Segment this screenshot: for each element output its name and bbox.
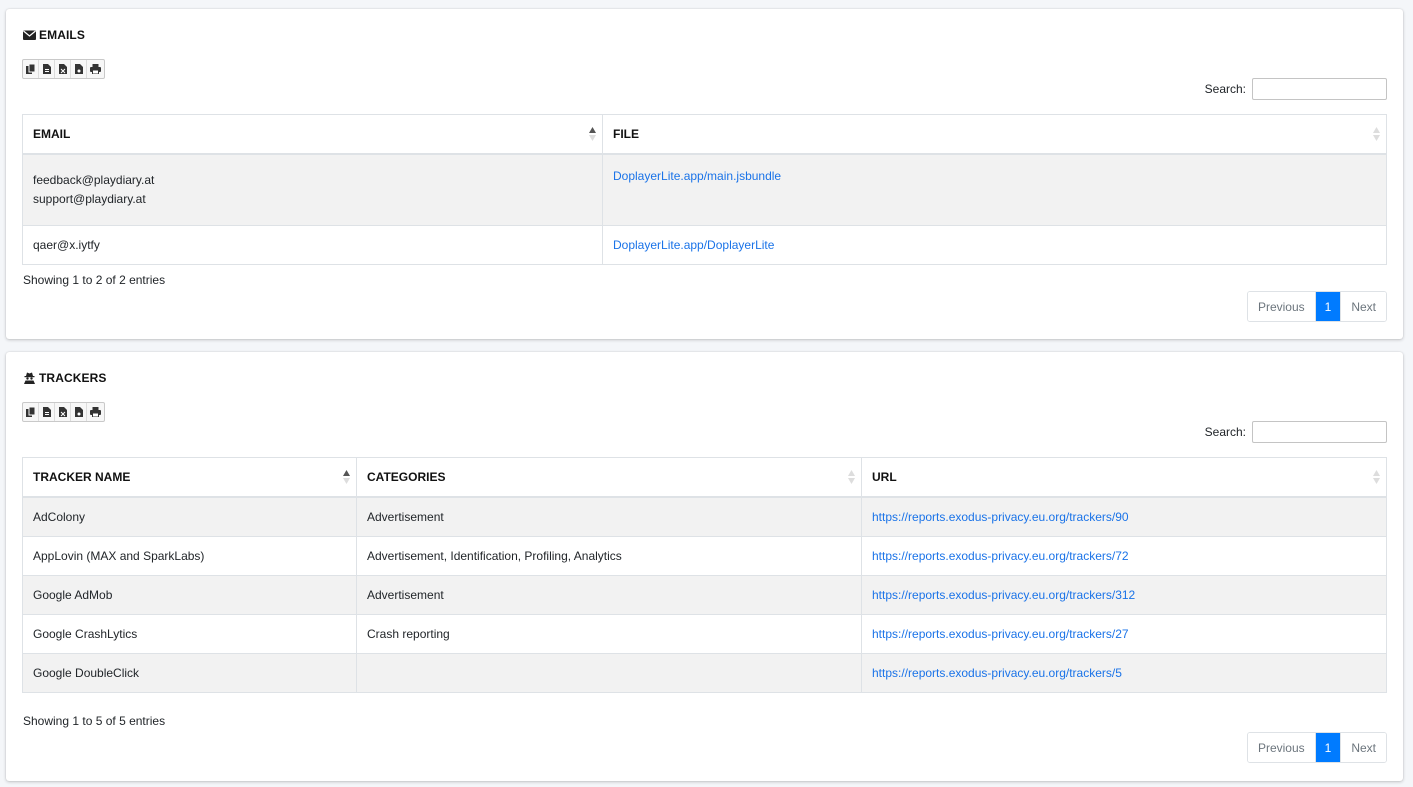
sort-asc-icon xyxy=(343,470,350,484)
table-row: Google DoubleClick https://reports.exodu… xyxy=(22,653,1387,693)
pdf-button[interactable] xyxy=(71,403,87,421)
excel-icon xyxy=(58,407,67,417)
table-row: AppLovin (MAX and SparkLabs) Advertiseme… xyxy=(22,536,1387,576)
print-button[interactable] xyxy=(87,403,104,421)
trackers-title-text: TRACKERS xyxy=(39,371,107,385)
categories-cell: Advertisement, Identification, Profiling… xyxy=(356,536,862,576)
email-text: feedback@playdiary.at xyxy=(33,173,155,187)
tracker-name-cell: AdColony xyxy=(22,496,357,537)
emails-card: EMAILS Search: EMAIL FILE feedback@playd… xyxy=(6,9,1403,339)
column-header-label: CATEGORIES xyxy=(367,470,446,484)
sort-both-icon xyxy=(1373,127,1380,141)
print-button[interactable] xyxy=(87,60,104,78)
emails-search-input[interactable] xyxy=(1252,78,1387,100)
sort-both-icon xyxy=(1373,470,1380,484)
column-header-label: FILE xyxy=(613,127,639,141)
categories-cell: Advertisement xyxy=(356,575,862,615)
copy-button[interactable] xyxy=(23,403,39,421)
tracker-name-cell: AppLovin (MAX and SparkLabs) xyxy=(22,536,357,576)
emails-search: Search: xyxy=(1205,78,1387,100)
copy-button[interactable] xyxy=(23,60,39,78)
trackers-export-buttons xyxy=(22,402,105,422)
pdf-icon xyxy=(74,407,83,417)
column-header-url[interactable]: URL xyxy=(861,457,1387,498)
tracker-url-link[interactable]: https://reports.exodus-privacy.eu.org/tr… xyxy=(872,588,1135,602)
excel-icon xyxy=(58,64,67,74)
copy-icon xyxy=(26,407,35,417)
excel-button[interactable] xyxy=(55,60,71,78)
file-cell: DoplayerLite.app/DoplayerLite xyxy=(602,225,1387,265)
tracker-name-cell: Google AdMob xyxy=(22,575,357,615)
url-cell: https://reports.exodus-privacy.eu.org/tr… xyxy=(861,614,1387,654)
trackers-search: Search: xyxy=(1205,421,1387,443)
column-header-tracker-name[interactable]: TRACKER NAME xyxy=(22,457,357,498)
csv-button[interactable] xyxy=(39,60,55,78)
url-cell: https://reports.exodus-privacy.eu.org/tr… xyxy=(861,575,1387,615)
copy-icon xyxy=(26,64,35,74)
tracker-name-cell: Google CrashLytics xyxy=(22,614,357,654)
csv-icon xyxy=(42,407,51,417)
trackers-table: TRACKER NAME CATEGORIES URL AdColony Adv… xyxy=(22,457,1387,693)
column-header-label: TRACKER NAME xyxy=(33,470,131,484)
trackers-search-input[interactable] xyxy=(1252,421,1387,443)
sort-asc-icon xyxy=(589,127,596,141)
page-1-button[interactable]: 1 xyxy=(1315,733,1342,762)
excel-button[interactable] xyxy=(55,403,71,421)
emails-table: EMAIL FILE feedback@playdiary.at support… xyxy=(22,114,1387,265)
tracker-url-link[interactable]: https://reports.exodus-privacy.eu.org/tr… xyxy=(872,510,1129,524)
sort-both-icon xyxy=(848,470,855,484)
table-row: qaer@x.iytfy DoplayerLite.app/DoplayerLi… xyxy=(22,225,1387,265)
emails-export-buttons xyxy=(22,59,105,79)
previous-page-button[interactable]: Previous xyxy=(1247,292,1316,321)
tracker-url-link[interactable]: https://reports.exodus-privacy.eu.org/tr… xyxy=(872,627,1129,641)
table-row: feedback@playdiary.at support@playdiary.… xyxy=(22,153,1387,226)
column-header-label: URL xyxy=(872,470,897,484)
column-header-label: EMAIL xyxy=(33,127,71,141)
print-icon xyxy=(90,407,101,417)
file-link[interactable]: DoplayerLite.app/DoplayerLite xyxy=(613,238,774,252)
email-cell: qaer@x.iytfy xyxy=(22,225,603,265)
search-label: Search: xyxy=(1204,425,1246,439)
categories-cell: Advertisement xyxy=(356,496,862,537)
tracker-url-link[interactable]: https://reports.exodus-privacy.eu.org/tr… xyxy=(872,666,1122,680)
previous-page-button[interactable]: Previous xyxy=(1247,733,1316,762)
pdf-button[interactable] xyxy=(71,60,87,78)
next-page-button[interactable]: Next xyxy=(1341,292,1386,321)
pdf-icon xyxy=(74,64,83,74)
emails-pagination: Previous 1 Next xyxy=(1246,291,1387,322)
categories-cell xyxy=(356,653,862,693)
email-text: qaer@x.iytfy xyxy=(33,238,100,252)
emails-title-text: EMAILS xyxy=(39,28,85,42)
emails-title: EMAILS xyxy=(23,28,85,42)
email-cell: feedback@playdiary.at support@playdiary.… xyxy=(22,153,603,226)
csv-icon xyxy=(42,64,51,74)
csv-button[interactable] xyxy=(39,403,55,421)
emails-table-info: Showing 1 to 2 of 2 entries xyxy=(23,273,166,287)
file-cell: DoplayerLite.app/main.jsbundle xyxy=(602,153,1387,226)
column-header-file[interactable]: FILE xyxy=(602,114,1387,155)
trackers-table-info: Showing 1 to 5 of 5 entries xyxy=(23,714,166,728)
table-row: AdColony Advertisement https://reports.e… xyxy=(22,496,1387,537)
table-row: Google CrashLytics Crash reporting https… xyxy=(22,614,1387,654)
user-secret-icon xyxy=(24,372,35,384)
categories-cell: Crash reporting xyxy=(356,614,862,654)
tracker-name-cell: Google DoubleClick xyxy=(22,653,357,693)
email-text: support@playdiary.at xyxy=(33,192,146,206)
envelope-icon xyxy=(23,30,36,40)
page-1-button[interactable]: 1 xyxy=(1315,292,1342,321)
print-icon xyxy=(90,64,101,74)
trackers-pagination: Previous 1 Next xyxy=(1246,732,1387,763)
search-label: Search: xyxy=(1204,82,1246,96)
file-link[interactable]: DoplayerLite.app/main.jsbundle xyxy=(613,169,781,183)
trackers-card: TRACKERS Search: TRACKER NAME CATEGORIES… xyxy=(6,352,1403,781)
table-row: Google AdMob Advertisement https://repor… xyxy=(22,575,1387,615)
tracker-url-link[interactable]: https://reports.exodus-privacy.eu.org/tr… xyxy=(872,549,1129,563)
url-cell: https://reports.exodus-privacy.eu.org/tr… xyxy=(861,496,1387,537)
url-cell: https://reports.exodus-privacy.eu.org/tr… xyxy=(861,536,1387,576)
url-cell: https://reports.exodus-privacy.eu.org/tr… xyxy=(861,653,1387,693)
column-header-email[interactable]: EMAIL xyxy=(22,114,603,155)
next-page-button[interactable]: Next xyxy=(1341,733,1386,762)
column-header-categories[interactable]: CATEGORIES xyxy=(356,457,862,498)
trackers-title: TRACKERS xyxy=(23,371,106,385)
